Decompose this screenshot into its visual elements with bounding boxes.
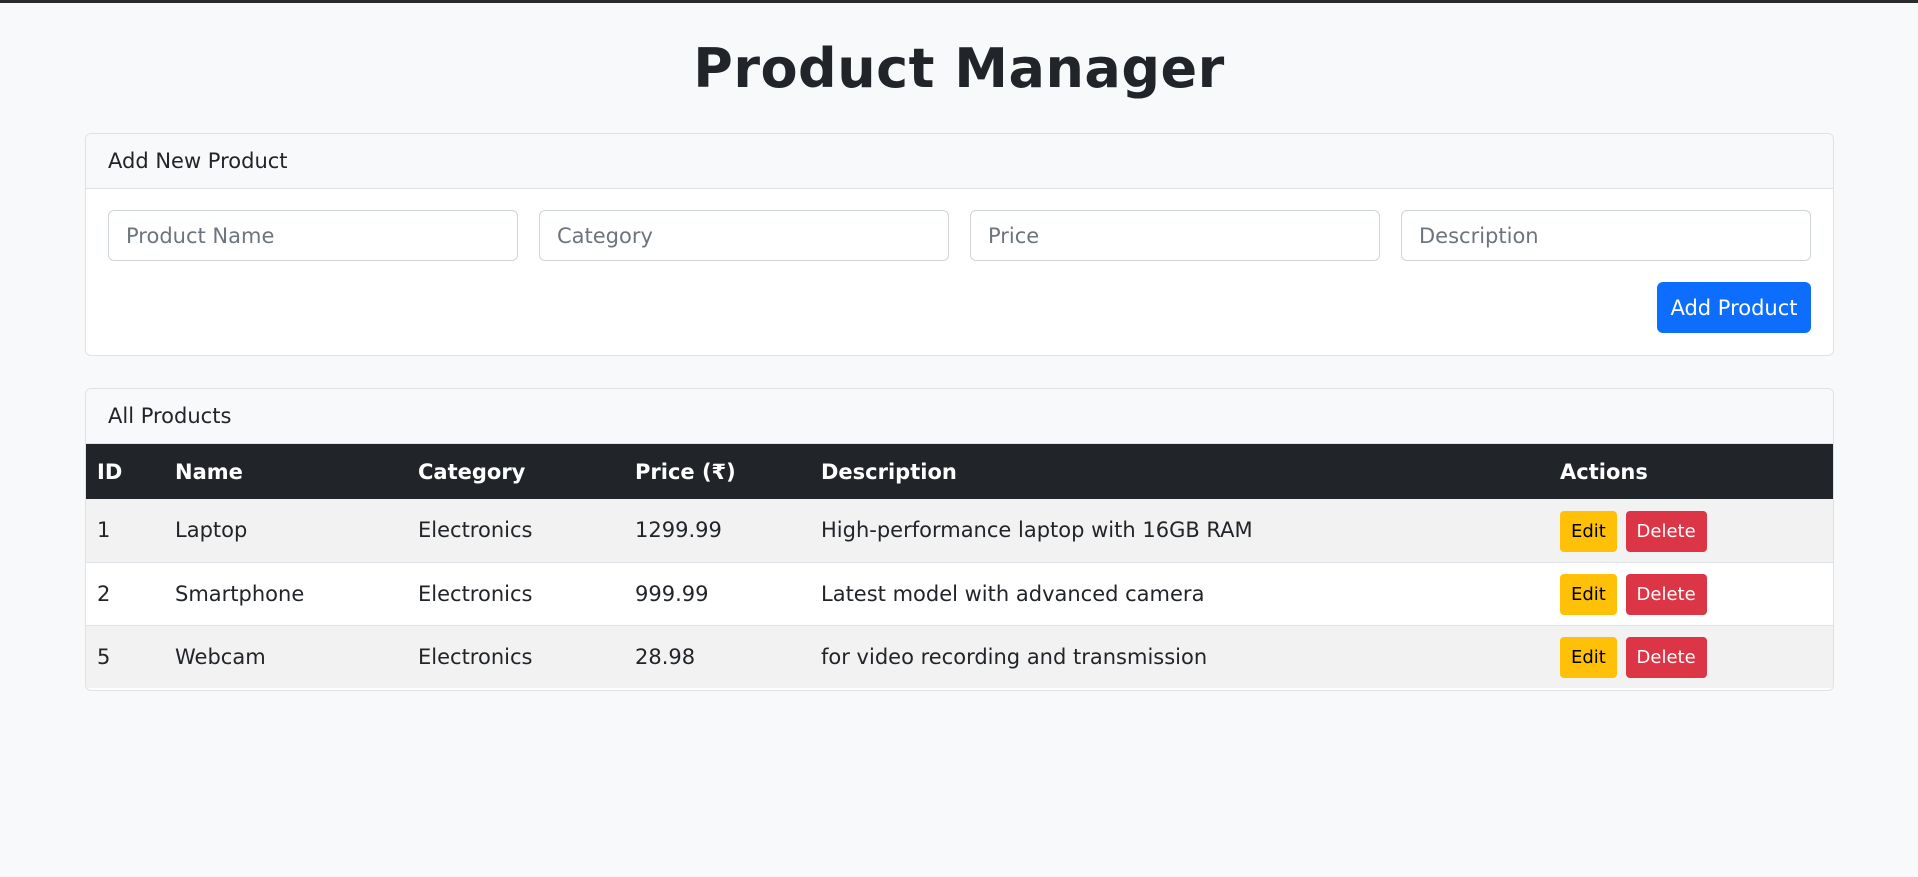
cell-price: 999.99 bbox=[635, 581, 709, 606]
column-header-description: Description bbox=[821, 459, 957, 484]
cell-id: 5 bbox=[97, 644, 111, 669]
top-border bbox=[0, 0, 1918, 3]
add-product-form bbox=[108, 210, 1811, 261]
edit-button[interactable]: Edit bbox=[1560, 510, 1617, 552]
edit-button[interactable]: Edit bbox=[1560, 637, 1617, 679]
cell-name: Smartphone bbox=[175, 581, 305, 606]
category-input[interactable] bbox=[539, 210, 949, 261]
cell-price: 28.98 bbox=[635, 644, 696, 669]
table-header-row: ID Name Category Price (₹) Description A… bbox=[86, 444, 1833, 499]
cell-id: 2 bbox=[97, 581, 111, 606]
product-name-input[interactable] bbox=[108, 210, 518, 261]
cell-category: Electronics bbox=[418, 581, 533, 606]
page-title: Product Manager bbox=[693, 37, 1225, 100]
cell-id: 1 bbox=[97, 518, 111, 543]
column-header-price: Price (₹) bbox=[635, 459, 736, 484]
table-row: 2 Smartphone Electronics 999.99 Latest m… bbox=[86, 562, 1833, 625]
cell-name: Laptop bbox=[175, 518, 248, 543]
price-input[interactable] bbox=[970, 210, 1380, 261]
cell-actions: Edit Delete bbox=[1549, 625, 1833, 688]
description-input[interactable] bbox=[1401, 210, 1811, 261]
edit-button[interactable]: Edit bbox=[1560, 574, 1617, 615]
add-product-header: Add New Product bbox=[86, 134, 1833, 189]
products-table: ID Name Category Price (₹) Description A… bbox=[86, 444, 1833, 688]
column-header-category: Category bbox=[418, 459, 526, 484]
all-products-header: All Products bbox=[86, 389, 1833, 444]
cell-category: Electronics bbox=[418, 518, 533, 543]
delete-button[interactable]: Delete bbox=[1625, 574, 1707, 615]
table-row: 1 Laptop Electronics 1299.99 High-perfor… bbox=[86, 499, 1833, 562]
column-header-id: ID bbox=[97, 459, 123, 484]
add-product-button[interactable]: Add Product bbox=[1657, 282, 1811, 333]
all-products-card: All Products ID Name Category Price (₹) … bbox=[85, 388, 1834, 691]
column-header-actions: Actions bbox=[1560, 459, 1648, 484]
cell-actions: Edit Delete bbox=[1549, 499, 1833, 562]
add-product-card: Add New Product Add Product bbox=[85, 133, 1834, 356]
column-header-name: Name bbox=[175, 459, 243, 484]
delete-button[interactable]: Delete bbox=[1625, 637, 1707, 679]
cell-name: Webcam bbox=[175, 644, 266, 669]
cell-description: Latest model with advanced camera bbox=[821, 581, 1205, 606]
cell-price: 1299.99 bbox=[635, 518, 722, 543]
table-row: 5 Webcam Electronics 28.98 for video rec… bbox=[86, 625, 1833, 688]
cell-description: for video recording and transmission bbox=[821, 644, 1208, 669]
cell-category: Electronics bbox=[418, 644, 533, 669]
delete-button[interactable]: Delete bbox=[1625, 510, 1707, 552]
cell-description: High-performance laptop with 16GB RAM bbox=[821, 518, 1253, 543]
cell-actions: Edit Delete bbox=[1549, 562, 1833, 625]
